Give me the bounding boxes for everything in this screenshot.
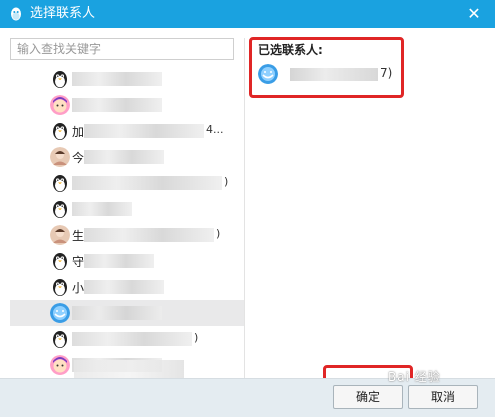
contact-name-tail: ) — [194, 331, 199, 344]
contact-panel: 加4...今)生)守小) — [10, 38, 245, 378]
contact-row[interactable]: 生) — [10, 222, 244, 248]
ok-button[interactable]: 确定 — [333, 385, 403, 409]
contact-name-obscured — [84, 150, 164, 164]
selected-panel: 已选联系人: 7) — [250, 38, 485, 378]
contact-name-obscured — [72, 176, 222, 190]
contact-name-obscured — [84, 280, 164, 294]
penguin-avatar-icon — [50, 121, 70, 141]
cartoon-avatar-icon — [50, 95, 70, 115]
penguin-avatar-icon — [50, 173, 70, 193]
contact-name-obscured — [72, 72, 162, 86]
contact-row[interactable]: ) — [10, 326, 244, 352]
contact-row[interactable] — [10, 66, 244, 92]
contact-name-obscured — [84, 254, 154, 268]
contact-row[interactable]: ) — [10, 170, 244, 196]
watermark: Bai 经验 — [388, 370, 441, 384]
smiley-avatar-icon — [50, 303, 70, 323]
penguin-avatar-icon — [50, 251, 70, 271]
contact-name-obscured — [72, 306, 162, 320]
selected-name-tail: 7) — [380, 66, 393, 80]
obscured-area — [74, 360, 184, 378]
selected-name-obscured — [290, 68, 378, 81]
contact-name-obscured — [72, 202, 132, 216]
contact-name-visible: 小 — [72, 281, 85, 295]
photo-avatar-icon — [50, 225, 70, 245]
contact-row[interactable] — [10, 196, 244, 222]
penguin-avatar-icon — [50, 329, 70, 349]
contact-row[interactable] — [10, 92, 244, 118]
contact-name-obscured — [72, 98, 162, 112]
close-icon: ✕ — [467, 4, 481, 23]
window-title: 选择联系人 — [30, 6, 96, 21]
contact-list[interactable]: 加 4... 今) 生) 守小) — [10, 66, 244, 378]
penguin-avatar-icon — [50, 277, 70, 297]
qq-penguin-icon — [11, 7, 21, 21]
contact-name-tail: 4... — [206, 123, 224, 136]
contact-name-obscured — [72, 332, 192, 346]
contact-name-obscured — [84, 228, 214, 242]
selected-contact[interactable]: 7) — [258, 62, 398, 86]
contact-name-visible: 今 — [72, 151, 85, 165]
penguin-avatar-icon — [50, 199, 70, 219]
contact-row[interactable]: 小 — [10, 274, 244, 300]
penguin-avatar-icon — [50, 69, 70, 89]
contact-row[interactable]: 守 — [10, 248, 244, 274]
contact-row[interactable]: 今 — [10, 144, 244, 170]
contact-name-visible: 加 — [72, 125, 85, 139]
smiley-avatar-icon — [258, 64, 278, 84]
photo-avatar-icon — [50, 147, 70, 167]
cartoon-avatar-icon — [50, 355, 70, 375]
selected-title: 已选联系人: — [258, 43, 323, 57]
cancel-button[interactable]: 取消 — [408, 385, 478, 409]
contact-name-visible: 生 — [72, 229, 85, 243]
title-bar: 选择联系人 ✕ — [0, 0, 495, 28]
contact-name-visible: 守 — [72, 255, 85, 269]
contact-row[interactable] — [10, 300, 244, 326]
search-input[interactable] — [10, 38, 234, 60]
close-button[interactable]: ✕ — [465, 5, 483, 23]
contact-name-tail: ) — [224, 175, 229, 188]
contact-name-tail: ) — [216, 227, 221, 240]
contact-name-obscured — [84, 124, 204, 138]
contact-row[interactable]: 加 4... — [10, 118, 244, 144]
